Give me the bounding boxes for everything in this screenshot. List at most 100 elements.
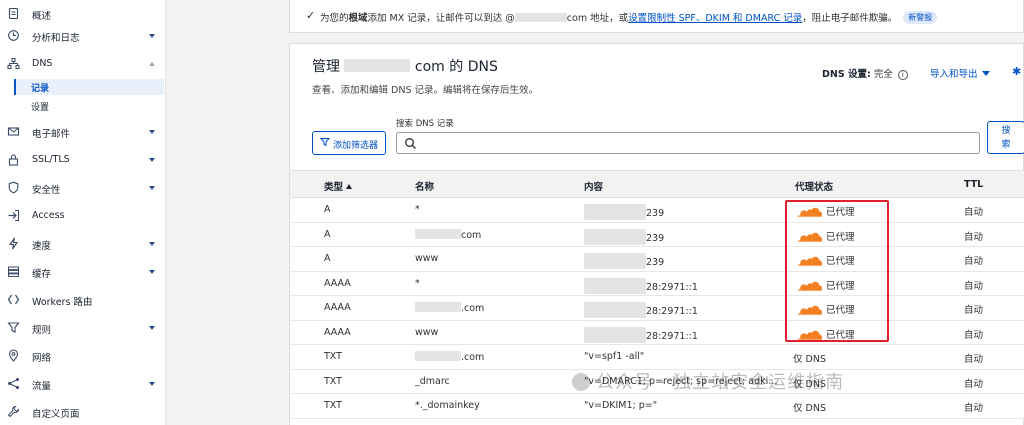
sidebar-item-6[interactable]: Access: [0, 205, 166, 227]
record-name: *: [415, 278, 420, 289]
record-ttl: 自动: [964, 403, 984, 414]
gear-icon[interactable]: ✱: [1012, 65, 1021, 78]
record-content: 28:2971::1: [584, 277, 698, 294]
table-row[interactable]: AAAA .com 28:2971::1 已代理 自动: [290, 296, 1024, 321]
filter-icon: [319, 137, 331, 150]
page-title: 管理 com 的 DNS: [312, 56, 498, 76]
proxy-status: 已代理: [798, 278, 855, 292]
lock-icon: [7, 153, 20, 166]
title-post: com 的 DNS: [414, 59, 498, 75]
record-name-text: www: [415, 326, 439, 338]
sidebar-item-12[interactable]: 流量: [0, 373, 166, 395]
record-type: AAAA: [324, 326, 351, 338]
funnel-icon: [7, 321, 20, 334]
record-ttl: 自动: [964, 256, 984, 267]
record-name-text: .com: [461, 352, 485, 363]
lightning-icon: [7, 237, 20, 250]
record-ttl: 自动: [964, 305, 984, 316]
add-filter-label: 添加筛选器: [333, 141, 379, 151]
page-subtitle: 查看、添加和编辑 DNS 记录。编辑将在保存后生效。: [312, 85, 538, 96]
sidebar-item-5[interactable]: 安全性: [0, 177, 166, 199]
record-type: A: [324, 253, 331, 264]
header-proxy-status[interactable]: 代理状态: [795, 179, 833, 193]
sidebar-subitem-label: 设置: [31, 103, 50, 113]
record-content-text: "v=DKIM1; p=": [584, 400, 658, 411]
import-export-button[interactable]: 导入和导出: [930, 66, 990, 80]
search-input[interactable]: [396, 132, 980, 154]
header-type[interactable]: 类型: [324, 179, 353, 193]
table-row[interactable]: TXT *._domainkey "v=DKIM1; p=" 仅 DNS 自动: [290, 394, 1024, 419]
redacted-address: [584, 228, 646, 245]
watermark: 公众号 · 独立站安全运维指南: [572, 368, 844, 394]
new-alert-badge[interactable]: 新警报: [903, 11, 938, 24]
sidebar-subitem-0[interactable]: 记录: [14, 79, 164, 95]
sidebar-item-label: 安全性: [32, 185, 61, 196]
chevron-down-icon: [149, 242, 155, 246]
mail-icon: [7, 125, 20, 138]
restrictive-records-link[interactable]: 设置限制性 SPF、DKIM 和 DMARC 记录: [628, 13, 802, 24]
record-name-text: .com: [461, 303, 485, 314]
record-name: .com: [415, 302, 484, 314]
record-content-text: 239: [646, 208, 665, 219]
sidebar-item-10[interactable]: 规则: [0, 317, 166, 339]
sidebar-item-0[interactable]: 概述: [0, 3, 166, 25]
dns-setting-status: DNS 设置: 完全 i: [822, 66, 908, 80]
redacted-domain: [415, 302, 461, 312]
table-row[interactable]: AAAA www 28:2971::1 已代理 自动: [290, 320, 1024, 345]
info-icon[interactable]: i: [897, 70, 908, 80]
wrench-icon: [7, 405, 20, 418]
table-header: 类型 名称 内容 代理状态 TTL: [290, 170, 1024, 198]
notice-text-bold: 根域: [348, 13, 368, 24]
record-type: TXT: [324, 375, 342, 387]
table-row[interactable]: Acom 239 已代理 自动: [290, 222, 1024, 247]
sidebar-item-11[interactable]: 网络: [0, 345, 166, 367]
sidebar-item-3[interactable]: 电子邮件: [0, 121, 166, 143]
mx-record-notice: ✓ 为您的根域添加 MX 记录，让邮件可以到达 @ com 地址，或设置限制性 S…: [289, 0, 1024, 33]
record-type: A: [324, 204, 331, 215]
table-row[interactable]: A * 239 已代理 自动: [290, 198, 1024, 223]
network-icon: [7, 57, 20, 70]
search-button[interactable]: 搜索: [987, 121, 1024, 154]
header-name[interactable]: 名称: [415, 179, 434, 193]
sidebar-item-9[interactable]: Workers 路由: [0, 289, 166, 311]
chevron-down-icon: [149, 270, 155, 274]
proxy-status-text: 已代理: [826, 231, 855, 243]
sidebar-item-7[interactable]: 速度: [0, 233, 166, 255]
table-row[interactable]: AAAA * 28:2971::1 已代理 自动: [290, 271, 1024, 296]
redacted-address: [584, 277, 646, 294]
record-type: TXT: [324, 351, 342, 362]
record-type: AAAA: [324, 302, 351, 313]
sidebar-item-13[interactable]: 自定义页面: [0, 401, 166, 423]
sidebar-item-4[interactable]: SSL/TLS: [0, 149, 166, 171]
record-ttl: 自动: [964, 231, 984, 243]
header-content[interactable]: 内容: [584, 179, 603, 193]
search-label: 搜索 DNS 记录: [396, 119, 454, 129]
record-ttl: 自动: [964, 329, 984, 341]
record-name-text: com: [461, 229, 482, 241]
redacted-address: [584, 302, 646, 318]
record-name: *._domainkey: [415, 400, 480, 411]
record-content-text: 239: [646, 257, 665, 268]
sidebar-item-1[interactable]: 分析和日志: [0, 25, 166, 47]
add-filter-button[interactable]: 添加筛选器: [312, 131, 386, 155]
table-row[interactable]: Awww 239 已代理 自动: [290, 247, 1024, 272]
proxy-status-text: 已代理: [826, 280, 855, 292]
record-ttl: 自动: [964, 280, 984, 292]
orange-cloud-icon: [798, 305, 826, 316]
orange-cloud-icon: [798, 256, 826, 267]
sidebar-item-2[interactable]: DNS: [0, 53, 166, 75]
table-row[interactable]: TXT .com "v=spf1 -all" 仅 DNS 自动: [290, 345, 1024, 370]
pin-icon: [7, 349, 20, 362]
record-content: 28:2971::1: [584, 326, 698, 343]
wechat-icon: [572, 373, 590, 391]
chevron-down-icon: [149, 130, 155, 134]
sidebar-item-label: 速度: [32, 241, 52, 252]
sidebar-subitem-1[interactable]: 设置: [14, 98, 164, 114]
sidebar-item-label: 分析和日志: [32, 33, 80, 44]
record-ttl: 自动: [964, 207, 984, 218]
record-content: 28:2971::1: [584, 302, 698, 318]
header-ttl[interactable]: TTL: [964, 179, 983, 190]
proxy-status-text: 已代理: [826, 207, 855, 218]
sidebar-item-8[interactable]: 缓存: [0, 261, 166, 283]
sidebar-item-label: 电子邮件: [32, 129, 71, 140]
